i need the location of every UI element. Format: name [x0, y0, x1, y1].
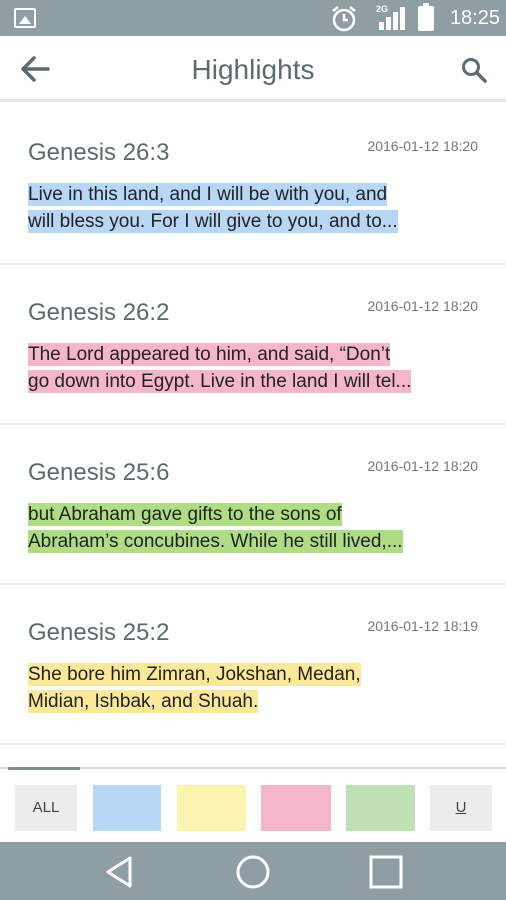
highlight-text: but Abraham gave gifts to the sons of Ab… — [28, 501, 460, 555]
highlight-text-line: but Abraham gave gifts to the sons of — [28, 503, 342, 526]
search-icon[interactable] — [460, 56, 488, 84]
highlight-text: She bore him Zimran, Jokshan, Medan, Mid… — [28, 661, 460, 715]
verse-reference: Genesis 26:2 — [28, 299, 170, 326]
highlight-text-line: The Lord appeared to him, and said, “Don… — [28, 343, 391, 366]
highlight-text-line: will bless you. For I will give to you, … — [28, 210, 398, 233]
app-bar: Highlights — [0, 36, 506, 102]
highlights-list[interactable]: Genesis 26:3 2016-01-12 18:20 Live in th… — [0, 105, 506, 765]
image-notification-icon — [14, 8, 36, 28]
highlight-date: 2016-01-12 18:20 — [367, 458, 478, 474]
status-bar: 2G 18:25 — [0, 0, 506, 36]
selected-filter-indicator — [8, 767, 80, 770]
highlight-text-line: Live in this land, and I will be with yo… — [28, 183, 388, 206]
home-circle-icon[interactable] — [233, 852, 273, 892]
highlight-item[interactable]: Genesis 26:2 2016-01-12 18:20 The Lord a… — [0, 265, 506, 425]
filter-underline-button[interactable]: U — [430, 785, 492, 831]
status-clock: 18:25 — [449, 7, 500, 29]
color-filter-bar: ALL U — [0, 767, 506, 842]
verse-reference: Genesis 26:3 — [28, 139, 170, 166]
highlight-text-line: She bore him Zimran, Jokshan, Medan, — [28, 663, 361, 686]
battery-icon — [418, 3, 434, 31]
system-nav-bar — [0, 842, 506, 900]
highlight-item[interactable]: Genesis 25:6 2016-01-12 18:20 but Abraha… — [0, 425, 506, 585]
highlight-text-line: go down into Egypt. Live in the land I w… — [28, 370, 412, 393]
filter-blue-button[interactable] — [93, 785, 161, 831]
alarm-icon — [332, 6, 356, 32]
highlight-date: 2016-01-12 18:19 — [367, 618, 478, 634]
verse-reference: Genesis 25:2 — [28, 619, 170, 646]
signal-strength-icon — [379, 7, 405, 30]
page-title: Highlights — [191, 54, 315, 85]
recents-square-icon[interactable] — [366, 852, 406, 892]
highlight-text: Live in this land, and I will be with yo… — [28, 181, 460, 235]
highlight-item[interactable]: Genesis 25:2 2016-01-12 18:19 She bore h… — [0, 585, 506, 745]
filter-green-button[interactable] — [346, 785, 415, 831]
filter-pink-button[interactable] — [261, 785, 331, 831]
highlight-text-line: Abraham’s concubines. While he still liv… — [28, 530, 403, 553]
filter-yellow-button[interactable] — [177, 785, 246, 831]
back-triangle-icon[interactable] — [100, 852, 140, 892]
highlight-date: 2016-01-12 18:20 — [367, 138, 478, 154]
highlight-item[interactable]: Genesis 26:3 2016-01-12 18:20 Live in th… — [0, 105, 506, 265]
filter-all-button[interactable]: ALL — [15, 785, 77, 831]
highlight-text: The Lord appeared to him, and said, “Don… — [28, 341, 460, 395]
verse-reference: Genesis 25:6 — [28, 459, 170, 486]
highlight-text-line: Midian, Ishbak, and Shuah. — [28, 690, 259, 713]
highlight-date: 2016-01-12 18:20 — [367, 298, 478, 314]
